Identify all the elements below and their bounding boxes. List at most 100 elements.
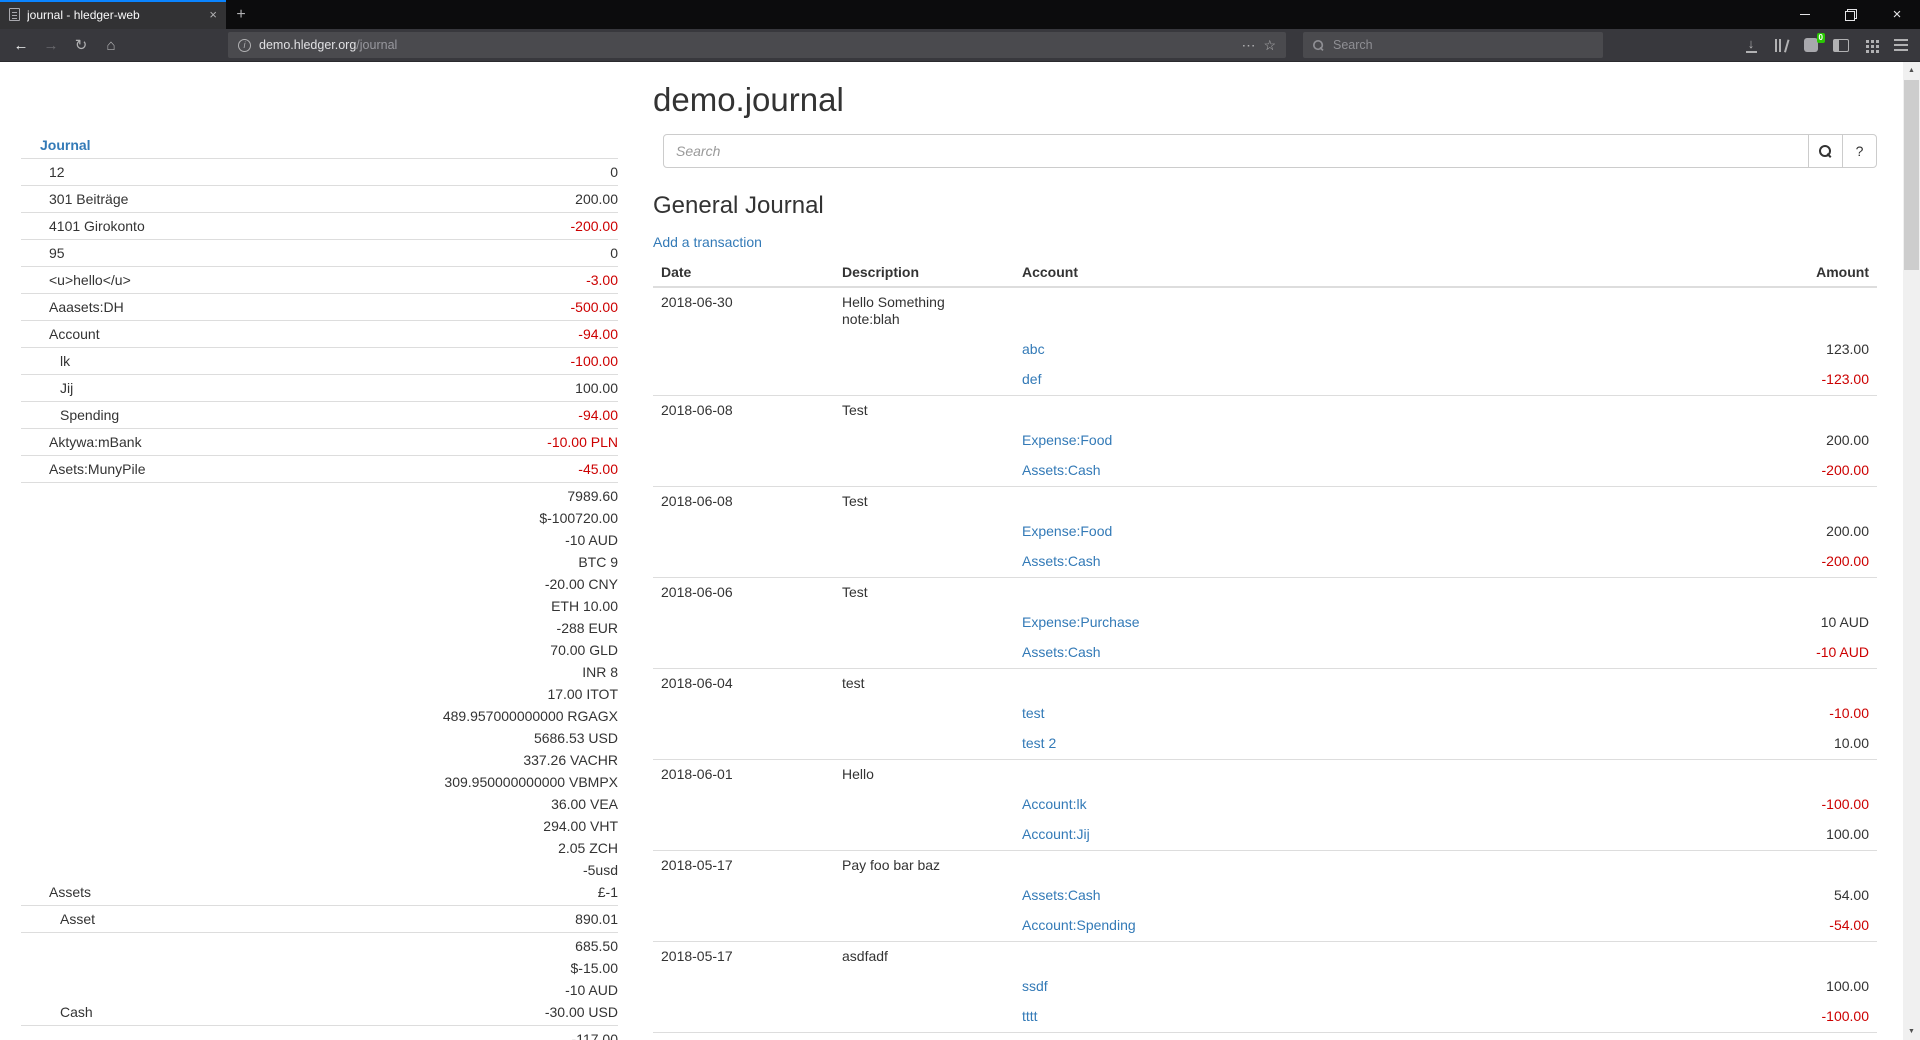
account-row: 4101 Girokonto -200.00 [21,213,618,240]
minimize-button[interactable] [1782,0,1828,29]
empty-date-cell [653,608,834,638]
account-link[interactable]: 95 [21,242,610,264]
empty-description-cell [834,335,1014,365]
posting-amount: -54.00 [1657,911,1877,942]
page-content: Journal 12 0 301 Beiträge 200.00 4101 Gi… [0,62,1903,1040]
forward-button[interactable]: → [36,32,66,58]
account-link[interactable]: Aaasets:DH [21,296,571,318]
empty-amount-cell [1657,851,1877,882]
posting-account-link[interactable]: Expense:Food [1022,523,1112,539]
empty-description-cell [834,608,1014,638]
txn-date: 2018-06-08 [653,487,834,518]
txn-description: Hello Something note:blah [834,287,1014,335]
restore-button[interactable] [1828,0,1874,29]
account-link[interactable]: Account [21,323,578,345]
posting-account-link[interactable]: Expense:Food [1022,432,1112,448]
library-button[interactable] [1768,32,1794,58]
reload-button[interactable]: ↻ [66,32,96,58]
posting-account-link[interactable]: ssdf [1022,978,1048,994]
add-transaction-link[interactable]: Add a transaction [653,234,762,250]
transaction-row: 2018-06-04 test [653,669,1877,700]
menu-button[interactable] [1888,32,1914,58]
column-description: Description [834,258,1014,287]
empty-account-cell [1014,760,1657,791]
apps-grid-button[interactable] [1858,32,1884,58]
downloads-button[interactable]: ↓ [1738,32,1764,58]
sidebar-journal-link[interactable]: Journal [21,134,618,159]
account-link[interactable]: 4101 Girokonto [21,215,571,237]
posting-amount: -100.00 [1657,1002,1877,1033]
posting-account-link[interactable]: Account:lk [1022,796,1087,812]
posting-amount: -200.00 [1657,547,1877,578]
scroll-down-icon[interactable]: ▼ [1903,1023,1920,1040]
transaction-row: 2018-06-06 Test [653,578,1877,609]
empty-date-cell [653,426,834,456]
posting-account-link[interactable]: Assets:Cash [1022,553,1101,569]
posting-row: Assets:Cash 54.00 [653,881,1877,911]
vertical-scrollbar[interactable]: ▲ ▼ [1903,62,1920,1040]
posting-account-link[interactable]: Account:Spending [1022,917,1136,933]
txn-date: 2018-06-06 [653,578,834,609]
balance-amount: 2.05 ZCH [443,837,618,859]
empty-date-cell [653,335,834,365]
posting-account-link[interactable]: abc [1022,341,1045,357]
extension-button[interactable]: 0 [1798,32,1824,58]
bookmark-star-icon[interactable]: ☆ [1263,37,1276,54]
empty-description-cell [834,972,1014,1002]
page-info-icon[interactable] [238,39,251,52]
posting-account-link[interactable]: Assets:Cash [1022,887,1101,903]
search-input[interactable] [663,134,1809,168]
url-bar[interactable]: demo.hledger.org/journal ⋯ ☆ [228,32,1286,58]
account-link[interactable]: <u>hello</u> [21,269,586,291]
account-link[interactable]: Cash [21,1001,545,1023]
posting-account-link[interactable]: Assets:Cash [1022,644,1101,660]
balance-amount: -117.00 [572,1028,618,1040]
page-favicon-icon [9,8,20,21]
transactions-body: 2018-06-30 Hello Something note:blah abc… [653,287,1877,1040]
help-button[interactable]: ? [1842,134,1877,168]
page-actions-icon[interactable]: ⋯ [1241,37,1255,54]
account-link[interactable]: Jij [21,377,575,399]
account-link[interactable]: lk [21,350,571,372]
account-balance: -10.00 PLN [547,431,618,453]
new-tab-button[interactable]: + [226,0,256,29]
account-link[interactable]: 301 Beiträge [21,188,575,210]
empty-date-cell [653,820,834,851]
account-balance: -3.00 [586,269,618,291]
posting-account-link[interactable]: Assets:Cash [1022,462,1101,478]
posting-account-link[interactable]: test [1022,705,1045,721]
posting-account-link[interactable]: test 2 [1022,735,1056,751]
account-row: Assets 7989.60$-100720.00-10 AUDBTC 9-20… [21,483,618,906]
posting-row: Account:lk -100.00 [653,790,1877,820]
account-balance: 890.01 [575,908,618,930]
account-link[interactable]: Aktywa:mBank [21,431,547,453]
transaction-row: 2018-05-17 asdfadf [653,942,1877,973]
posting-account-link[interactable]: def [1022,371,1041,387]
posting-account-link[interactable]: tttt [1022,1008,1038,1024]
balance-amount: 100.00 [575,377,618,399]
scrollbar-thumb[interactable] [1904,80,1919,270]
balance-amount: -288 EUR [443,617,618,639]
posting-account-link[interactable]: Account:Jij [1022,826,1090,842]
account-link[interactable]: 12 [21,161,610,183]
empty-date-cell [653,881,834,911]
account-link[interactable]: Spending [21,404,578,426]
empty-amount-cell [1657,669,1877,700]
account-row: Spending -94.00 [21,402,618,429]
home-button[interactable]: ⌂ [96,32,126,58]
account-link[interactable]: Assets [21,881,443,903]
extension-badge: 0 [1817,33,1825,43]
browser-tab[interactable]: journal - hledger-web × [0,0,226,29]
tab-close-icon[interactable]: × [209,8,217,21]
scroll-up-icon[interactable]: ▲ [1903,62,1920,79]
posting-account-link[interactable]: Expense:Purchase [1022,614,1140,630]
window-close-button[interactable]: × [1874,0,1920,29]
search-button[interactable] [1808,134,1843,168]
account-balance: -200.00 [571,215,618,237]
account-link[interactable]: Asset [21,908,575,930]
txn-description: Test [834,1033,1014,1040]
sidebar-toggle-button[interactable] [1828,32,1854,58]
browser-search-bar[interactable]: Search [1303,32,1603,58]
account-link[interactable]: Asets:MunyPile [21,458,578,480]
back-button[interactable]: ← [6,32,36,58]
